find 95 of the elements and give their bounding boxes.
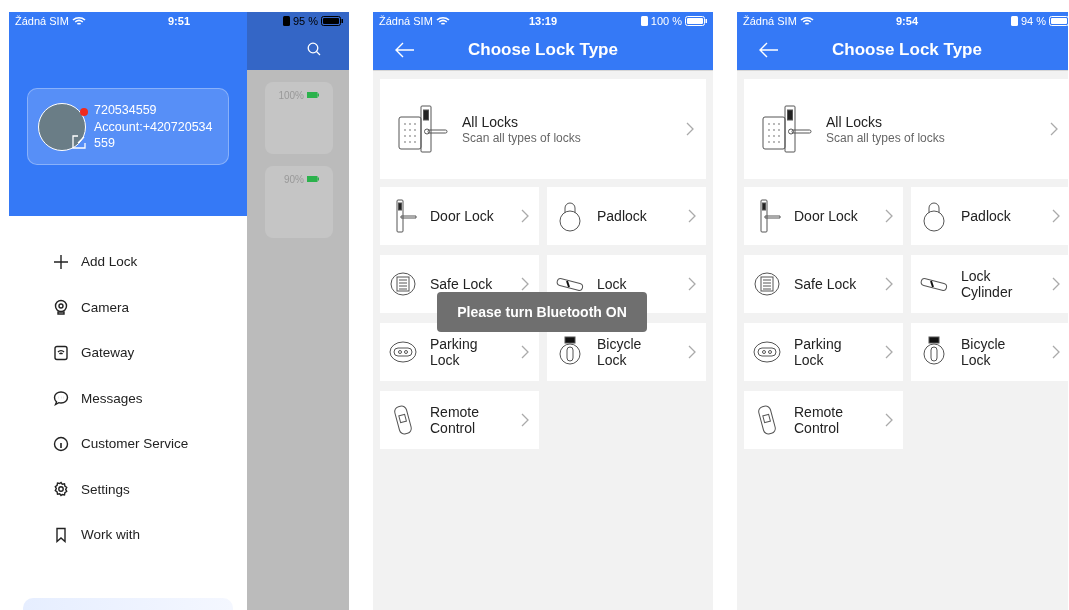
battery-percent: 94 % bbox=[1020, 15, 1046, 27]
carrier-name: Žádná SIM bbox=[379, 15, 433, 27]
lock-type-tile[interactable]: Parking Lock bbox=[744, 323, 903, 381]
chevron-icon bbox=[885, 277, 893, 291]
screen-title: Choose Lock Type bbox=[832, 40, 982, 60]
battery-percent: 95 % bbox=[292, 15, 318, 27]
battery-percent: 100 % bbox=[650, 15, 682, 27]
lock-type-label: Padlock bbox=[597, 207, 648, 226]
lock-type-label: Remote Control bbox=[430, 403, 481, 437]
lock-type-label: Bicycle Lock bbox=[961, 335, 1007, 369]
chevron-icon bbox=[1052, 277, 1060, 291]
bluetooth-toast: Please turn Bluetooth ON bbox=[437, 292, 647, 332]
battery-icon bbox=[1049, 16, 1068, 26]
carrier-name: Žádná SIM bbox=[743, 15, 797, 27]
lock-type-label: Lock Cylinder bbox=[961, 267, 1014, 301]
lock-type-label: Door Lock bbox=[430, 207, 495, 226]
smart-lock-drawing bbox=[396, 103, 448, 155]
lock-type-label: Safe Lock bbox=[430, 275, 494, 294]
clock-time: 9:51 bbox=[168, 15, 190, 27]
webcam-icon bbox=[53, 299, 69, 315]
all-locks-card[interactable]: All Locks Scan all types of locks bbox=[380, 79, 706, 179]
safe-icon bbox=[388, 272, 418, 296]
wifi-box-icon bbox=[53, 344, 69, 361]
parking-lock-icon bbox=[388, 341, 418, 363]
info-icon bbox=[53, 435, 69, 452]
lock-type-label: Remote Control bbox=[794, 403, 845, 437]
lock-type-label: Padlock bbox=[961, 207, 1012, 226]
battery-icon bbox=[307, 176, 319, 182]
lock-type-tile[interactable]: Remote Control bbox=[380, 391, 539, 449]
card-subtitle: Scan all types of locks bbox=[462, 130, 582, 145]
menu-item[interactable]: Gateway bbox=[53, 343, 135, 362]
cylinder-icon bbox=[555, 276, 585, 292]
chevron-icon bbox=[688, 209, 696, 223]
chevron-icon bbox=[688, 277, 696, 291]
lock-type-label: Door Lock bbox=[794, 207, 859, 226]
battery-icon bbox=[307, 92, 319, 98]
lock-type-tile[interactable]: Lock Cylinder bbox=[911, 255, 1068, 313]
lock-type-tile[interactable]: Padlock bbox=[547, 187, 706, 245]
lock-type-tile[interactable]: Door Lock bbox=[744, 187, 903, 245]
lock-type-tile[interactable]: Remote Control bbox=[744, 391, 903, 449]
back-arrow-icon[interactable] bbox=[395, 42, 415, 58]
card-subtitle: Scan all types of locks bbox=[826, 130, 946, 145]
card-title: All Locks bbox=[826, 113, 884, 130]
card-title: All Locks bbox=[462, 113, 520, 130]
chevron-icon bbox=[521, 345, 529, 359]
menu-item[interactable]: Work with bbox=[53, 525, 140, 544]
lock-type-label: Bicycle Lock bbox=[597, 335, 643, 369]
bookmark-icon bbox=[53, 526, 69, 543]
chevron-icon bbox=[521, 277, 529, 291]
account-number: Account:+420720534559 bbox=[94, 119, 214, 151]
lock-type-tile[interactable]: Padlock bbox=[911, 187, 1068, 245]
menu-item[interactable]: Add Lock bbox=[53, 252, 138, 271]
clock-time: 9:54 bbox=[896, 15, 918, 27]
menu-item[interactable]: Messages bbox=[53, 388, 143, 408]
chevron-icon bbox=[885, 345, 893, 359]
menu-item[interactable]: Camera bbox=[53, 297, 129, 317]
chevron-icon bbox=[1052, 345, 1060, 359]
settings-icon bbox=[53, 481, 69, 497]
search-icon[interactable] bbox=[307, 42, 321, 56]
lock-type-label: Parking Lock bbox=[430, 335, 479, 369]
all-locks-card[interactable]: All Locks Scan all types of locks bbox=[744, 79, 1068, 179]
chevron-icon bbox=[1052, 209, 1060, 223]
safe-icon bbox=[752, 272, 782, 296]
menu-item[interactable]: Customer Service bbox=[53, 434, 189, 453]
battery-icon bbox=[685, 16, 707, 26]
battery-icon bbox=[321, 16, 343, 26]
chevron-icon bbox=[1050, 122, 1058, 136]
lock-type-tile[interactable]: Bicycle Lock bbox=[911, 323, 1068, 381]
lock-type-tile[interactable]: Door Lock bbox=[380, 187, 539, 245]
smart-lock-drawing bbox=[760, 103, 812, 155]
lock-type-tile[interactable]: Safe Lock bbox=[744, 255, 903, 313]
chevron-icon bbox=[885, 209, 893, 223]
wifi-icon bbox=[799, 16, 814, 26]
chat-icon bbox=[53, 390, 69, 406]
chevron-icon bbox=[686, 122, 694, 136]
parking-lock-icon bbox=[752, 341, 782, 363]
lock-type-label: Parking Lock bbox=[794, 335, 843, 369]
screen-title: Choose Lock Type bbox=[468, 40, 618, 60]
wifi-icon bbox=[71, 16, 86, 26]
lock-type-label: Lock bbox=[597, 275, 628, 294]
cylinder-icon bbox=[919, 276, 949, 292]
plus-icon bbox=[53, 253, 69, 270]
chevron-icon bbox=[688, 345, 696, 359]
carrier-name: Žádná SIM bbox=[15, 15, 69, 27]
chevron-icon bbox=[521, 413, 529, 427]
back-arrow-icon[interactable] bbox=[759, 42, 779, 58]
chevron-icon bbox=[521, 209, 529, 223]
chevron-icon bbox=[885, 413, 893, 427]
edit-icon[interactable] bbox=[72, 134, 86, 149]
clock-time: 13:19 bbox=[528, 15, 558, 27]
wifi-icon bbox=[435, 16, 450, 26]
avatar-photo bbox=[38, 102, 86, 151]
lock-type-label: Safe Lock bbox=[794, 275, 858, 294]
user-name: 720534559 bbox=[94, 102, 158, 118]
menu-item[interactable]: Settings bbox=[53, 479, 130, 499]
